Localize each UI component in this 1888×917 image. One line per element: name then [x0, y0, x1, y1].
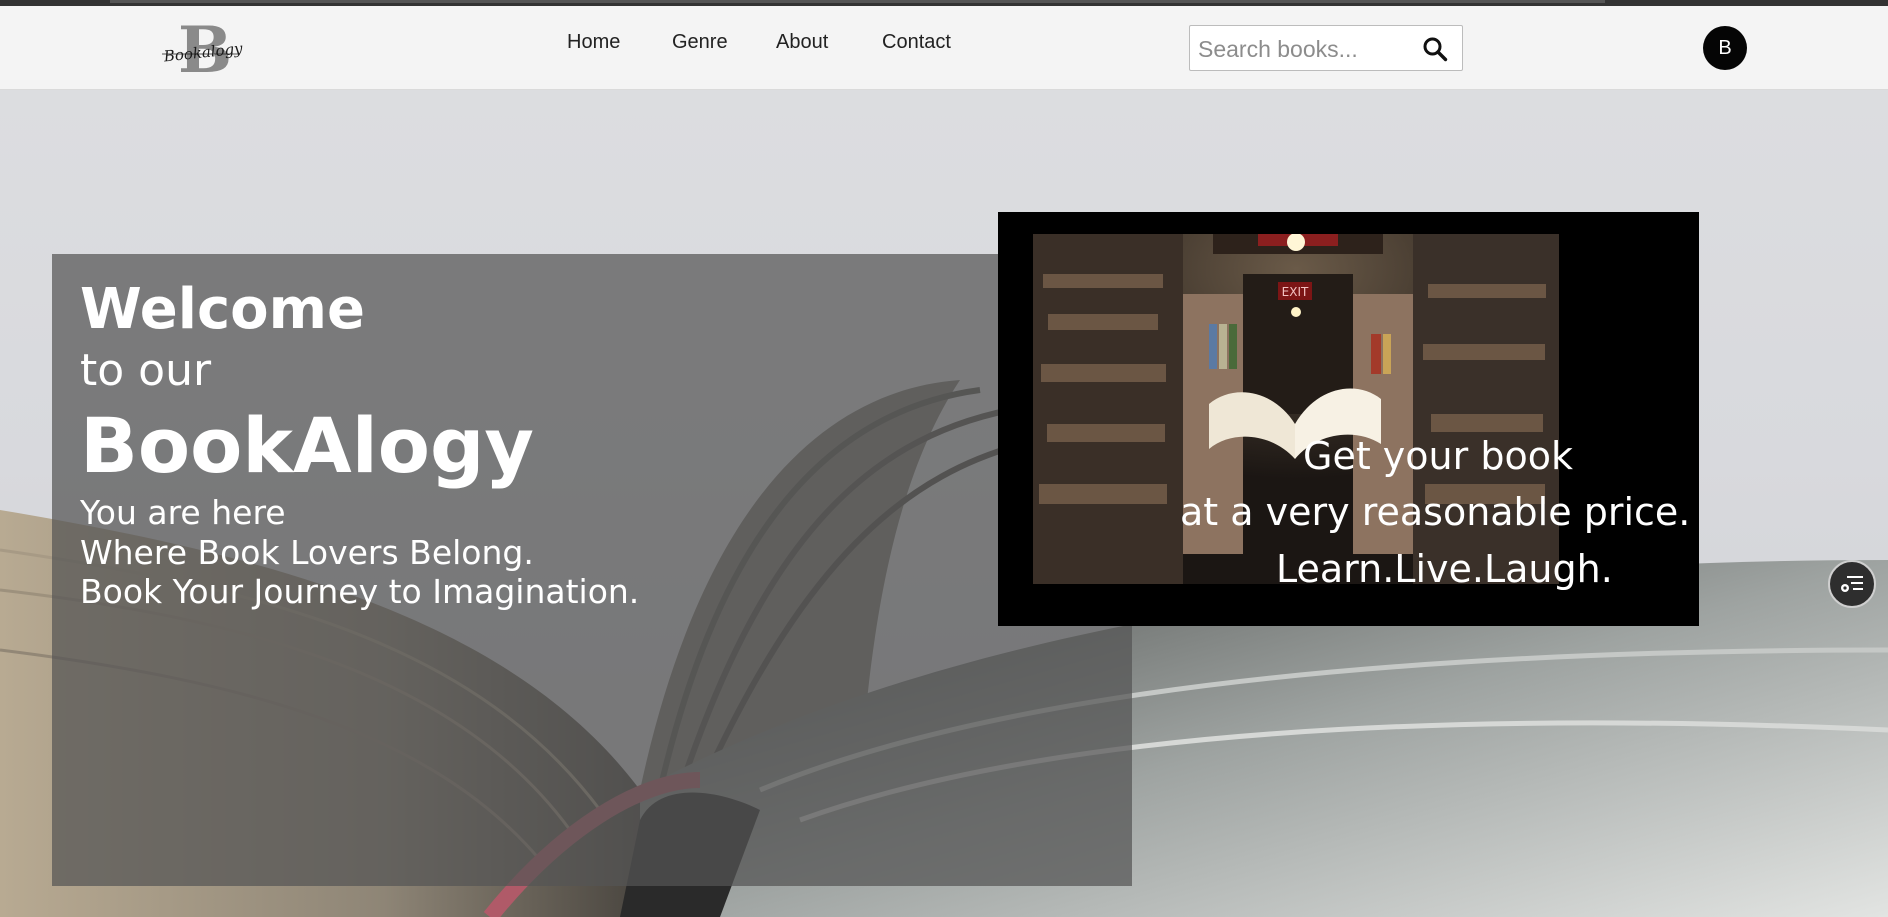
welcome-panel: Welcome to our BookAlogy You are here Wh… [52, 254, 1132, 886]
exit-sign-text: EXIT [1282, 285, 1309, 299]
promo-line-2: at a very reasonable price. [1180, 490, 1691, 534]
hero-section: Welcome to our BookAlogy You are here Wh… [0, 90, 1888, 917]
welcome-subheading: to our [80, 345, 212, 396]
welcome-heading: Welcome [80, 277, 365, 342]
promo-line-1: Get your book [1303, 434, 1573, 478]
tagline-1: You are here [80, 493, 286, 532]
promo-card: EXIT Get your book at a very reasonable … [998, 212, 1699, 626]
navbar: B Bookalogy Home Genre About Contact B [0, 6, 1888, 90]
nav-genre[interactable]: Genre [672, 31, 728, 54]
search-input[interactable] [1196, 32, 1405, 66]
avatar[interactable]: B [1703, 26, 1747, 70]
brand-name: BookAlogy [80, 401, 534, 490]
nav-about[interactable]: About [776, 31, 828, 54]
nav-contact[interactable]: Contact [882, 31, 951, 54]
nav-home[interactable]: Home [567, 31, 620, 54]
promo-line-3: Learn.Live.Laugh. [1276, 547, 1613, 591]
search-box [1189, 25, 1463, 71]
tagline-2: Where Book Lovers Belong. [80, 533, 534, 572]
tagline-3: Book Your Journey to Imagination. [80, 572, 640, 611]
list-settings-icon[interactable] [1828, 560, 1876, 608]
book-logo-icon[interactable]: B Bookalogy [158, 13, 244, 88]
search-icon[interactable] [1422, 36, 1448, 62]
